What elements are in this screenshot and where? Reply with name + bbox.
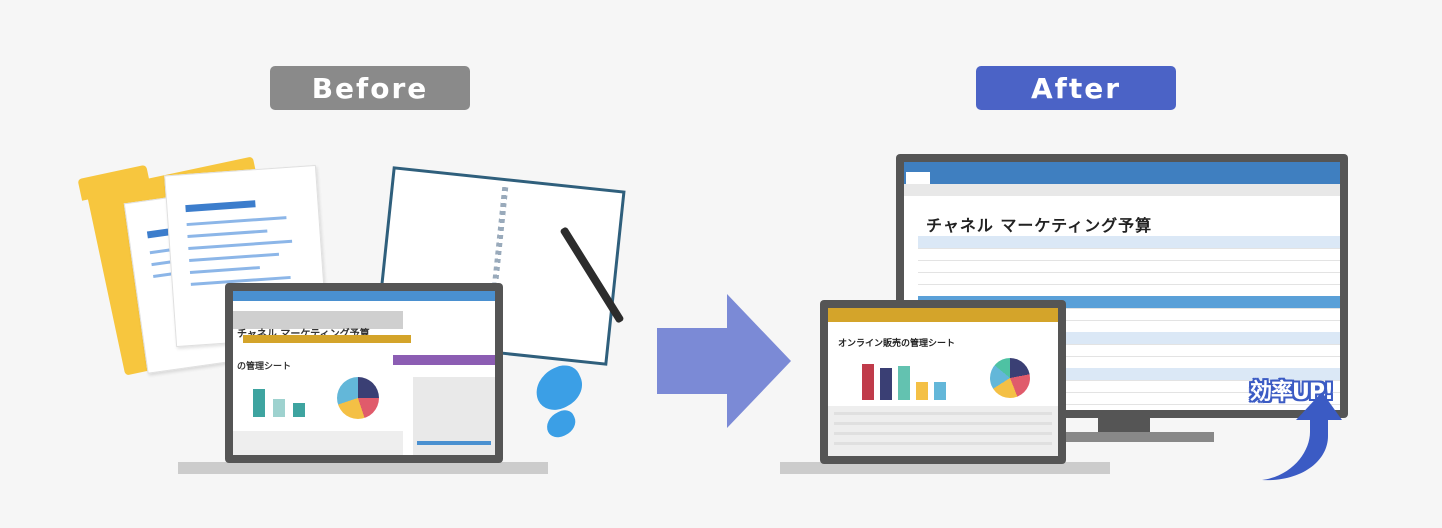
cluttered-screen: チャネル マーケティング予算 の管理シート <box>233 291 495 455</box>
efficiency-up-label: 効率UP! <box>1250 380 1334 405</box>
sweat-drop-icon <box>528 359 590 417</box>
dashboard-screen: オンライン販売の管理シート <box>828 308 1058 456</box>
pie-chart-icon <box>337 377 379 419</box>
laptop-after: オンライン販売の管理シート <box>820 300 1066 464</box>
spreadsheet-title: チャネル マーケティング予算 <box>926 216 1153 235</box>
arrow-right-icon <box>657 328 727 394</box>
after-label: After <box>976 66 1176 110</box>
comparison-illustration: Before After チャネル マーケティング予算 の管理シート <box>0 0 1442 528</box>
sweat-drop-icon <box>542 406 580 442</box>
pie-chart-icon <box>990 358 1030 398</box>
laptop-before: チャネル マーケティング予算 の管理シート <box>225 283 503 463</box>
desk <box>178 462 548 474</box>
sheet-subtitle: の管理シート <box>237 362 292 372</box>
dashboard-title: オンライン販売の管理シート <box>838 339 956 349</box>
monitor-stand <box>1064 432 1214 442</box>
arrow-right-icon <box>727 294 791 428</box>
before-label: Before <box>270 66 470 110</box>
